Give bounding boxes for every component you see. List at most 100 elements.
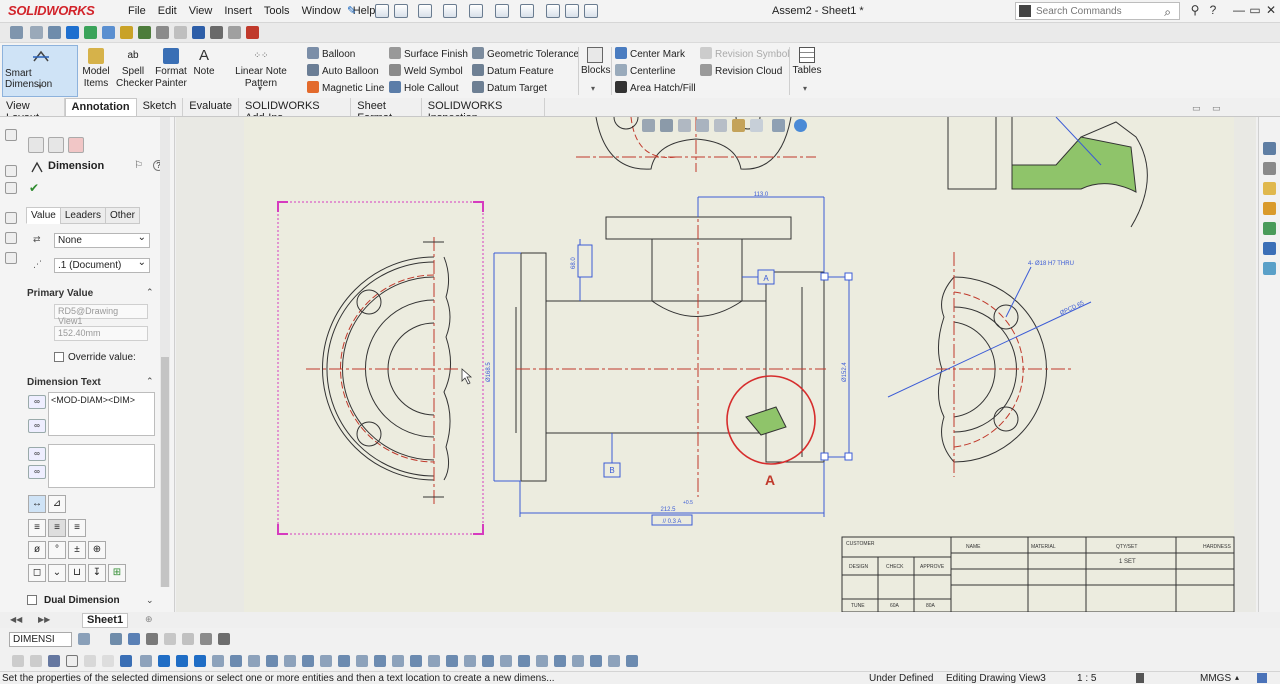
view-setting-icon[interactable] — [228, 26, 241, 39]
undo-icon[interactable] — [495, 4, 509, 18]
open-folder-icon[interactable] — [418, 4, 432, 18]
dimension-text-upper-field[interactable]: <MOD-DIAM><DIM> — [48, 392, 155, 436]
save-icon[interactable] — [443, 4, 457, 18]
rectangle-tool-icon[interactable] — [158, 655, 170, 667]
menu-tools[interactable]: Tools — [258, 5, 296, 17]
dual-dimension-checkbox[interactable] — [27, 595, 37, 605]
rebuild-icon[interactable] — [546, 4, 560, 18]
forum-icon[interactable] — [1263, 262, 1276, 275]
linear-note-pattern-dropdown[interactable]: ▾ — [258, 84, 262, 93]
axis-icon[interactable] — [218, 633, 230, 645]
construction-geometry-icon[interactable] — [572, 655, 584, 667]
search-icon[interactable]: ⌕ — [1164, 5, 1171, 20]
datum-target-button[interactable]: Datum Target — [472, 81, 547, 94]
model-items-button[interactable]: Model Items — [82, 48, 110, 90]
rotate-icon[interactable] — [48, 26, 61, 39]
first-sheet-icon[interactable]: ◀◀ — [10, 615, 22, 624]
line-color-icon[interactable] — [110, 633, 122, 645]
square-symbol-icon[interactable]: ◻ — [28, 564, 46, 582]
top-right-section-view[interactable] — [947, 117, 1148, 228]
slot-tool-icon[interactable] — [266, 655, 278, 667]
strip-icon[interactable] — [5, 182, 17, 194]
scale-tool-icon[interactable] — [446, 655, 458, 667]
help-icon[interactable]: ? — [1204, 3, 1222, 17]
style-select[interactable]: None — [54, 232, 150, 248]
surface-finish-button[interactable]: Surface Finish — [389, 47, 468, 60]
circle-tool-icon[interactable] — [176, 655, 188, 667]
scene-icon[interactable] — [138, 26, 151, 39]
layer-properties-icon[interactable] — [78, 633, 90, 645]
pattern-tool-icon[interactable] — [392, 655, 404, 667]
drawing-canvas[interactable]: A 113.0 212.5 +0.5 // 0.3 A Ø168.5 Ø152.… — [176, 103, 1256, 612]
add-symbol-icon[interactable]: ⊞ — [108, 564, 126, 582]
weld-symbol-button[interactable]: Weld Symbol — [389, 64, 463, 77]
blocks-dropdown[interactable]: ▾ — [591, 84, 595, 93]
appearances-icon[interactable] — [1263, 222, 1276, 235]
apply-scene-icon[interactable] — [192, 26, 205, 39]
tab-leaders[interactable]: Leaders — [59, 207, 106, 224]
dimension-left-diameter[interactable]: Ø168.5 — [486, 362, 492, 382]
view-orientation-icon[interactable] — [732, 119, 745, 132]
dynamic-annotation-icon[interactable] — [714, 119, 727, 132]
spell-checker-button[interactable]: ab Spell Checker — [116, 48, 153, 90]
filter-icon[interactable] — [12, 655, 24, 667]
primary-value-reference-field[interactable]: RD5@Drawing View1 — [54, 304, 148, 326]
filter-edges-icon[interactable] — [30, 655, 42, 667]
dimension-bottom-tolerance[interactable]: +0.5 — [683, 500, 693, 506]
line-thickness-icon[interactable] — [128, 633, 140, 645]
units-dropdown-icon[interactable]: ▴ — [1235, 673, 1239, 682]
strip-icon[interactable] — [5, 232, 17, 244]
strip-icon[interactable] — [5, 212, 17, 224]
center-mark-button[interactable]: Center Mark — [615, 47, 685, 60]
strip-icon[interactable] — [5, 165, 17, 177]
smart-dimension-dropdown[interactable]: ▾ — [38, 82, 42, 91]
scrollbar-thumb[interactable] — [161, 357, 169, 587]
tab-evaluate[interactable]: Evaluate — [183, 98, 240, 116]
select-dropdown-icon[interactable] — [84, 655, 96, 667]
canvas-restore-icon[interactable]: ▭ — [1192, 103, 1201, 114]
property-manager-tab-icon[interactable] — [48, 137, 64, 153]
status-units[interactable]: MMGS — [1200, 673, 1231, 684]
apply-scene-icon[interactable] — [794, 119, 807, 132]
center-section-view[interactable] — [515, 202, 826, 497]
edit-appearance-icon[interactable] — [174, 26, 187, 39]
hide-edge-icon[interactable] — [164, 633, 176, 645]
home-icon[interactable] — [375, 4, 389, 18]
display-manager-icon[interactable] — [210, 26, 223, 39]
tolerance-precision-select[interactable]: .1 (Document) — [54, 257, 150, 273]
parallelism-frame[interactable]: // 0.3 A — [663, 519, 682, 525]
relations-icon[interactable] — [500, 655, 512, 667]
convert-entities-icon[interactable] — [608, 655, 620, 667]
polygon-tool-icon[interactable] — [230, 655, 242, 667]
rotate-tool-icon[interactable] — [428, 655, 440, 667]
more-symbols-icon[interactable]: ⌄ — [48, 564, 66, 582]
select-arrow-icon[interactable] — [520, 4, 534, 18]
right-flange-view[interactable] — [887, 252, 1092, 477]
centerline-symbol-icon[interactable]: ⊕ — [88, 541, 106, 559]
menu-window[interactable]: Window — [296, 5, 347, 17]
text-inline-icon[interactable]: ⊿ — [48, 495, 66, 513]
tab-sketch[interactable]: Sketch — [137, 98, 184, 116]
extend-tool-icon[interactable] — [356, 655, 368, 667]
tab-view-layout[interactable]: View Layout — [0, 98, 65, 124]
display-relations-icon[interactable] — [518, 655, 530, 667]
select-icon[interactable] — [66, 655, 78, 667]
note-button[interactable]: A Note — [192, 48, 216, 78]
format-painter-button[interactable]: Format Painter — [154, 48, 188, 90]
zoom-to-fit-icon[interactable] — [642, 119, 655, 132]
auto-balloon-button[interactable]: Auto Balloon — [307, 64, 379, 77]
tab-solidworks-inspection[interactable]: SOLIDWORKS Inspection — [422, 98, 545, 124]
tab-solidworks-addins[interactable]: SOLIDWORKS Add-Ins — [239, 98, 352, 124]
copy-tool-icon[interactable] — [464, 655, 476, 667]
dual-dimension-expand-icon[interactable]: ⌄ — [146, 595, 154, 606]
primary-value-collapse-icon[interactable]: ⌃ — [146, 287, 154, 298]
customize-status-icon[interactable] — [1257, 673, 1267, 683]
dimension-text-header[interactable]: Dimension Text — [27, 377, 101, 388]
align-left-icon[interactable]: ≡ — [28, 519, 46, 537]
align-center-icon[interactable]: ≡ — [48, 519, 66, 537]
counterbore-symbol-icon[interactable]: ⊔ — [68, 564, 86, 582]
link-icon[interactable]: ∞ — [28, 447, 46, 461]
strip-icon[interactable] — [5, 252, 17, 264]
grid-icon[interactable] — [102, 655, 114, 667]
strip-icon[interactable] — [5, 129, 17, 141]
